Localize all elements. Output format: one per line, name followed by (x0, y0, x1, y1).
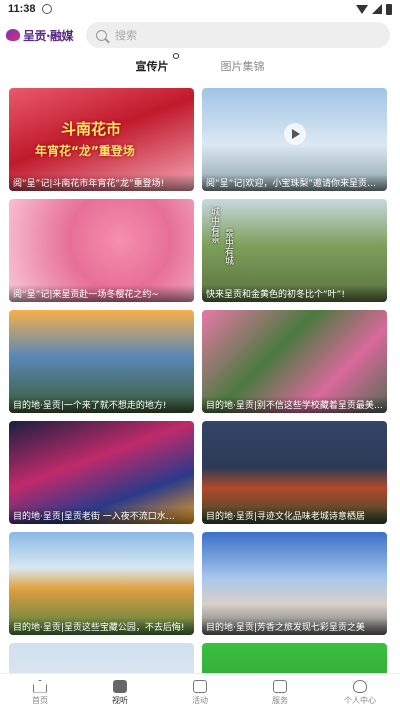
logo-mark-icon (6, 29, 20, 41)
nav-label: 视听 (112, 695, 128, 705)
nav-activity[interactable]: 活动 (160, 674, 240, 711)
content-grid: 斗南花市 年宵花“龙”重登场 阅“呈”记|斗南花市年宵花“龙”重登场! 阅“呈”… (9, 88, 391, 674)
card-vertical-text: 景中有城 (223, 229, 233, 265)
card-caption: 阅“呈”记|来呈贡赴一场冬樱花之约~ (9, 285, 194, 302)
tab-promo-videos[interactable]: 宣传片 (130, 53, 179, 78)
nav-label: 首页 (32, 695, 48, 705)
list-item[interactable]: 城中有景 景中有城 快来呈贡和金黄色的初冬比个“叶”! (202, 199, 387, 302)
card-caption: 目的地·呈贡|呈贡老街 一入夜不流口水… (9, 507, 194, 524)
card-caption: 目的地·呈贡|呈贡这些宝藏公园，不去后悔! (9, 618, 194, 635)
logo-text: 呈贡·融媒 (23, 28, 74, 43)
card-vertical-text: 城中有景 (209, 207, 219, 243)
list-item[interactable] (9, 643, 194, 674)
card-caption: 目的地·呈贡|别不信这些学校藏着呈贡最美… (202, 396, 387, 413)
card-caption: 快来呈贡和金黄色的初冬比个“叶”! (202, 285, 387, 302)
nav-home[interactable]: 首页 (0, 674, 80, 711)
card-caption: 目的地·呈贡|寻迹文化品味老城诗意栖居 (202, 507, 387, 524)
card-overlay-title: 斗南花市 (61, 120, 122, 138)
video-icon (113, 679, 127, 693)
signal-icon (372, 4, 382, 14)
nav-label: 活动 (192, 695, 208, 705)
heart-icon (353, 679, 367, 693)
nav-service[interactable]: 服务 (240, 674, 320, 711)
list-item[interactable] (202, 643, 387, 674)
card-overlay-subtitle: 年宵花“龙”重登场 (35, 144, 135, 158)
service-icon (273, 679, 287, 693)
list-item[interactable]: 目的地·呈贡|一个来了就不想走的地方! (9, 310, 194, 413)
activity-icon (193, 679, 207, 693)
home-icon (33, 679, 47, 693)
card-caption: 阅“呈”记|欢迎，小宝珠梨”邀请你来呈贡观… (202, 174, 387, 191)
bottom-nav: 首页 视听 活动 服务 个人中心 (0, 673, 400, 711)
list-item[interactable]: 目的地·呈贡|别不信这些学校藏着呈贡最美… (202, 310, 387, 413)
wifi-icon (356, 4, 368, 14)
list-item[interactable]: 目的地·呈贡|呈贡老街 一入夜不流口水… (9, 421, 194, 524)
status-bar: 11:38 (0, 0, 400, 18)
nav-profile[interactable]: 个人中心 (320, 674, 400, 711)
tab-photo-gallery[interactable]: 图片集锦 (215, 58, 271, 78)
card-caption: 阅“呈”记|斗南花市年宵花“龙”重登场! (9, 174, 194, 191)
search-icon (96, 29, 107, 41)
notification-icon (41, 4, 52, 14)
battery-icon (386, 3, 392, 15)
list-item[interactable]: 目的地·呈贡|呈贡这些宝藏公园，不去后悔! (9, 532, 194, 635)
search-bar[interactable] (86, 22, 390, 48)
list-item[interactable]: 斗南花市 年宵花“龙”重登场 阅“呈”记|斗南花市年宵花“龙”重登场! (9, 88, 194, 191)
card-caption: 目的地·呈贡|一个来了就不想走的地方! (9, 396, 194, 413)
nav-label: 个人中心 (344, 695, 376, 705)
list-item[interactable]: 目的地·呈贡|芳香之旅发现七彩呈贡之美 (202, 532, 387, 635)
header: 呈贡·融媒 (0, 20, 400, 50)
nav-label: 服务 (272, 695, 288, 705)
card-caption: 目的地·呈贡|芳香之旅发现七彩呈贡之美 (202, 618, 387, 635)
nav-video[interactable]: 视听 (80, 674, 160, 711)
list-item[interactable]: 目的地·呈贡|寻迹文化品味老城诗意栖居 (202, 421, 387, 524)
list-item[interactable]: 阅“呈”记|来呈贡赴一场冬樱花之约~ (9, 199, 194, 302)
search-input[interactable] (115, 28, 315, 42)
tab-bar: 宣传片 图片集锦 (0, 53, 400, 84)
app-logo: 呈贡·融媒 (6, 27, 78, 44)
play-icon[interactable] (283, 123, 306, 146)
status-icons (356, 3, 392, 15)
status-time: 11:38 (8, 3, 36, 15)
list-item[interactable]: 阅“呈”记|欢迎，小宝珠梨”邀请你来呈贡观… (202, 88, 387, 191)
